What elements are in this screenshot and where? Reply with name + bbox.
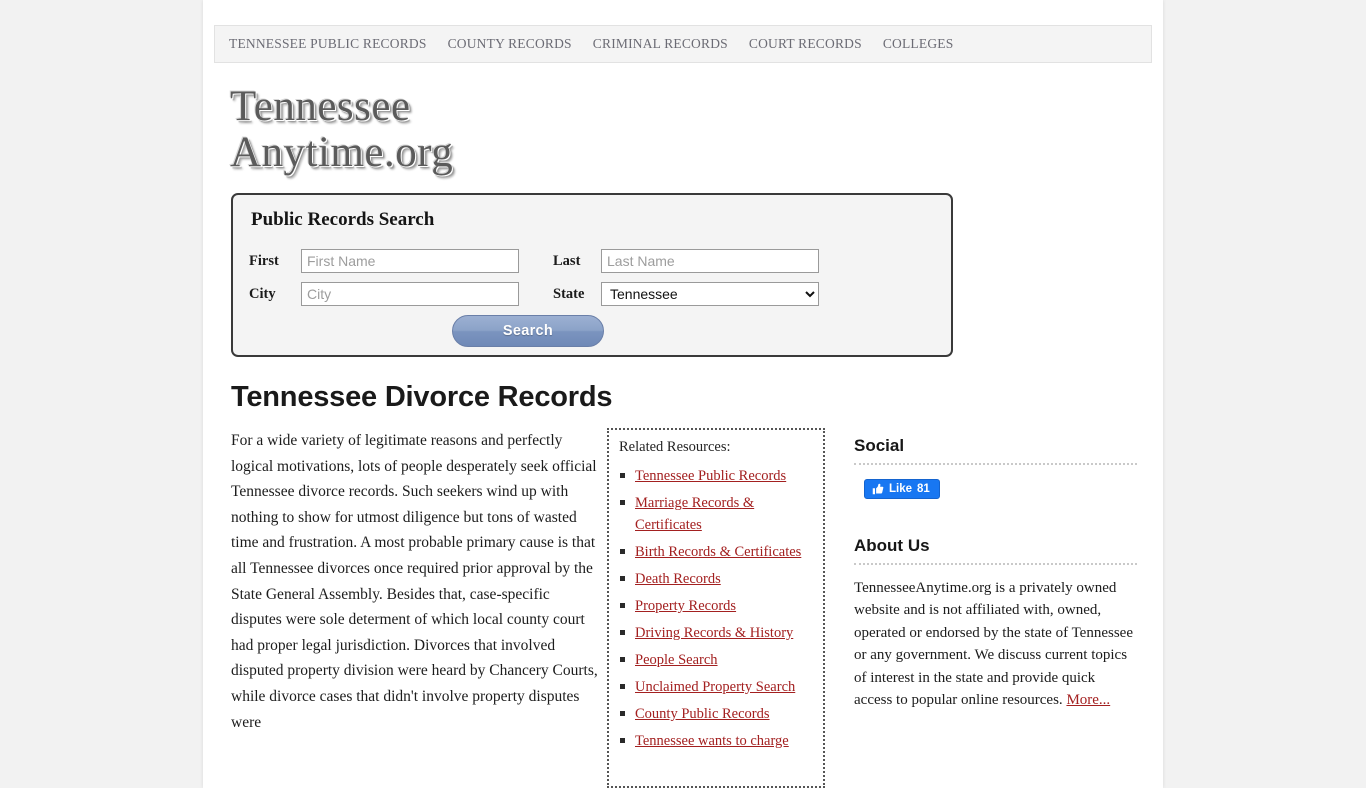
nav-item-colleges[interactable]: COLLEGES — [883, 36, 954, 52]
social-buttons: Like 81 — [864, 479, 1137, 500]
list-item: People Search — [619, 649, 815, 671]
related-link-tennessee-public-records[interactable]: Tennessee Public Records — [635, 468, 786, 484]
nav-item-court-records[interactable]: COURT RECORDS — [749, 36, 862, 52]
facebook-like-button[interactable]: Like 81 — [864, 479, 940, 499]
state-label: State — [553, 285, 585, 302]
related-link-unclaimed-property-search[interactable]: Unclaimed Property Search — [635, 679, 795, 695]
top-navigation: TENNESSEE PUBLIC RECORDS COUNTY RECORDS … — [214, 25, 1152, 63]
article-paragraph: For a wide variety of legitimate reasons… — [231, 432, 598, 731]
list-item: Birth Records & Certificates — [619, 541, 815, 563]
public-records-search-panel: Public Records Search First Last City St… — [231, 193, 953, 357]
facebook-like-label: Like — [889, 483, 913, 495]
state-select[interactable]: Tennessee — [601, 282, 819, 306]
content-columns: For a wide variety of legitimate reasons… — [231, 428, 1163, 788]
about-us-text-block: TennesseeAnytime.org is a privately owne… — [854, 577, 1137, 711]
about-us-more-link[interactable]: More... — [1066, 692, 1110, 708]
logo-line-2: Anytime.org — [230, 129, 454, 176]
related-link-tennessee-wants-to-charge[interactable]: Tennessee wants to charge — [635, 733, 789, 749]
list-item: Driving Records & History — [619, 622, 815, 644]
logo-line-1: Tennessee — [230, 83, 411, 130]
about-us-heading: About Us — [854, 536, 1137, 565]
list-item: Tennessee wants to charge — [619, 730, 815, 752]
site-logo[interactable]: Tennessee Anytime.org — [230, 84, 530, 176]
facebook-like-count: 81 — [917, 483, 930, 495]
city-input[interactable] — [301, 282, 519, 306]
related-link-marriage-records[interactable]: Marriage Records & Certificates — [635, 495, 754, 533]
page-container: TENNESSEE PUBLIC RECORDS COUNTY RECORDS … — [203, 0, 1163, 788]
related-resources-box: Related Resources: Tennessee Public Reco… — [607, 428, 825, 788]
related-resources-title: Related Resources: — [619, 439, 731, 455]
search-row-names: First Last — [249, 249, 935, 273]
related-link-birth-records[interactable]: Birth Records & Certificates — [635, 544, 801, 560]
first-name-label: First — [249, 252, 279, 269]
list-item: Marriage Records & Certificates — [619, 492, 815, 536]
social-heading: Social — [854, 436, 1137, 465]
page-title: Tennessee Divorce Records — [231, 381, 613, 413]
first-name-input[interactable] — [301, 249, 519, 273]
search-row-location: City State Tennessee — [249, 282, 935, 306]
related-link-death-records[interactable]: Death Records — [635, 571, 721, 587]
related-link-driving-records[interactable]: Driving Records & History — [635, 625, 793, 641]
article-column: For a wide variety of legitimate reasons… — [231, 428, 599, 788]
related-link-county-public-records[interactable]: County Public Records — [635, 706, 770, 722]
search-panel-title: Public Records Search — [251, 209, 435, 230]
about-us-text: TennesseeAnytime.org is a privately owne… — [854, 580, 1133, 709]
related-resources-list: Tennessee Public Records Marriage Record… — [619, 465, 815, 752]
nav-item-county-records[interactable]: COUNTY RECORDS — [448, 36, 572, 52]
related-link-people-search[interactable]: People Search — [635, 652, 718, 668]
list-item: Tennessee Public Records — [619, 465, 815, 487]
right-sidebar: Social Like 81 About Us TennesseeAnytime… — [854, 428, 1137, 788]
search-button-row: Search — [249, 315, 935, 347]
list-item: Property Records — [619, 595, 815, 617]
list-item: County Public Records — [619, 703, 815, 725]
list-item: Unclaimed Property Search — [619, 676, 815, 698]
last-name-input[interactable] — [601, 249, 819, 273]
related-link-property-records[interactable]: Property Records — [635, 598, 736, 614]
last-name-label: Last — [553, 252, 581, 269]
thumbs-up-icon — [872, 483, 884, 495]
list-item: Death Records — [619, 568, 815, 590]
nav-item-tennessee-public-records[interactable]: TENNESSEE PUBLIC RECORDS — [229, 36, 427, 52]
search-button[interactable]: Search — [452, 315, 604, 347]
city-label: City — [249, 285, 276, 302]
nav-item-criminal-records[interactable]: CRIMINAL RECORDS — [593, 36, 728, 52]
